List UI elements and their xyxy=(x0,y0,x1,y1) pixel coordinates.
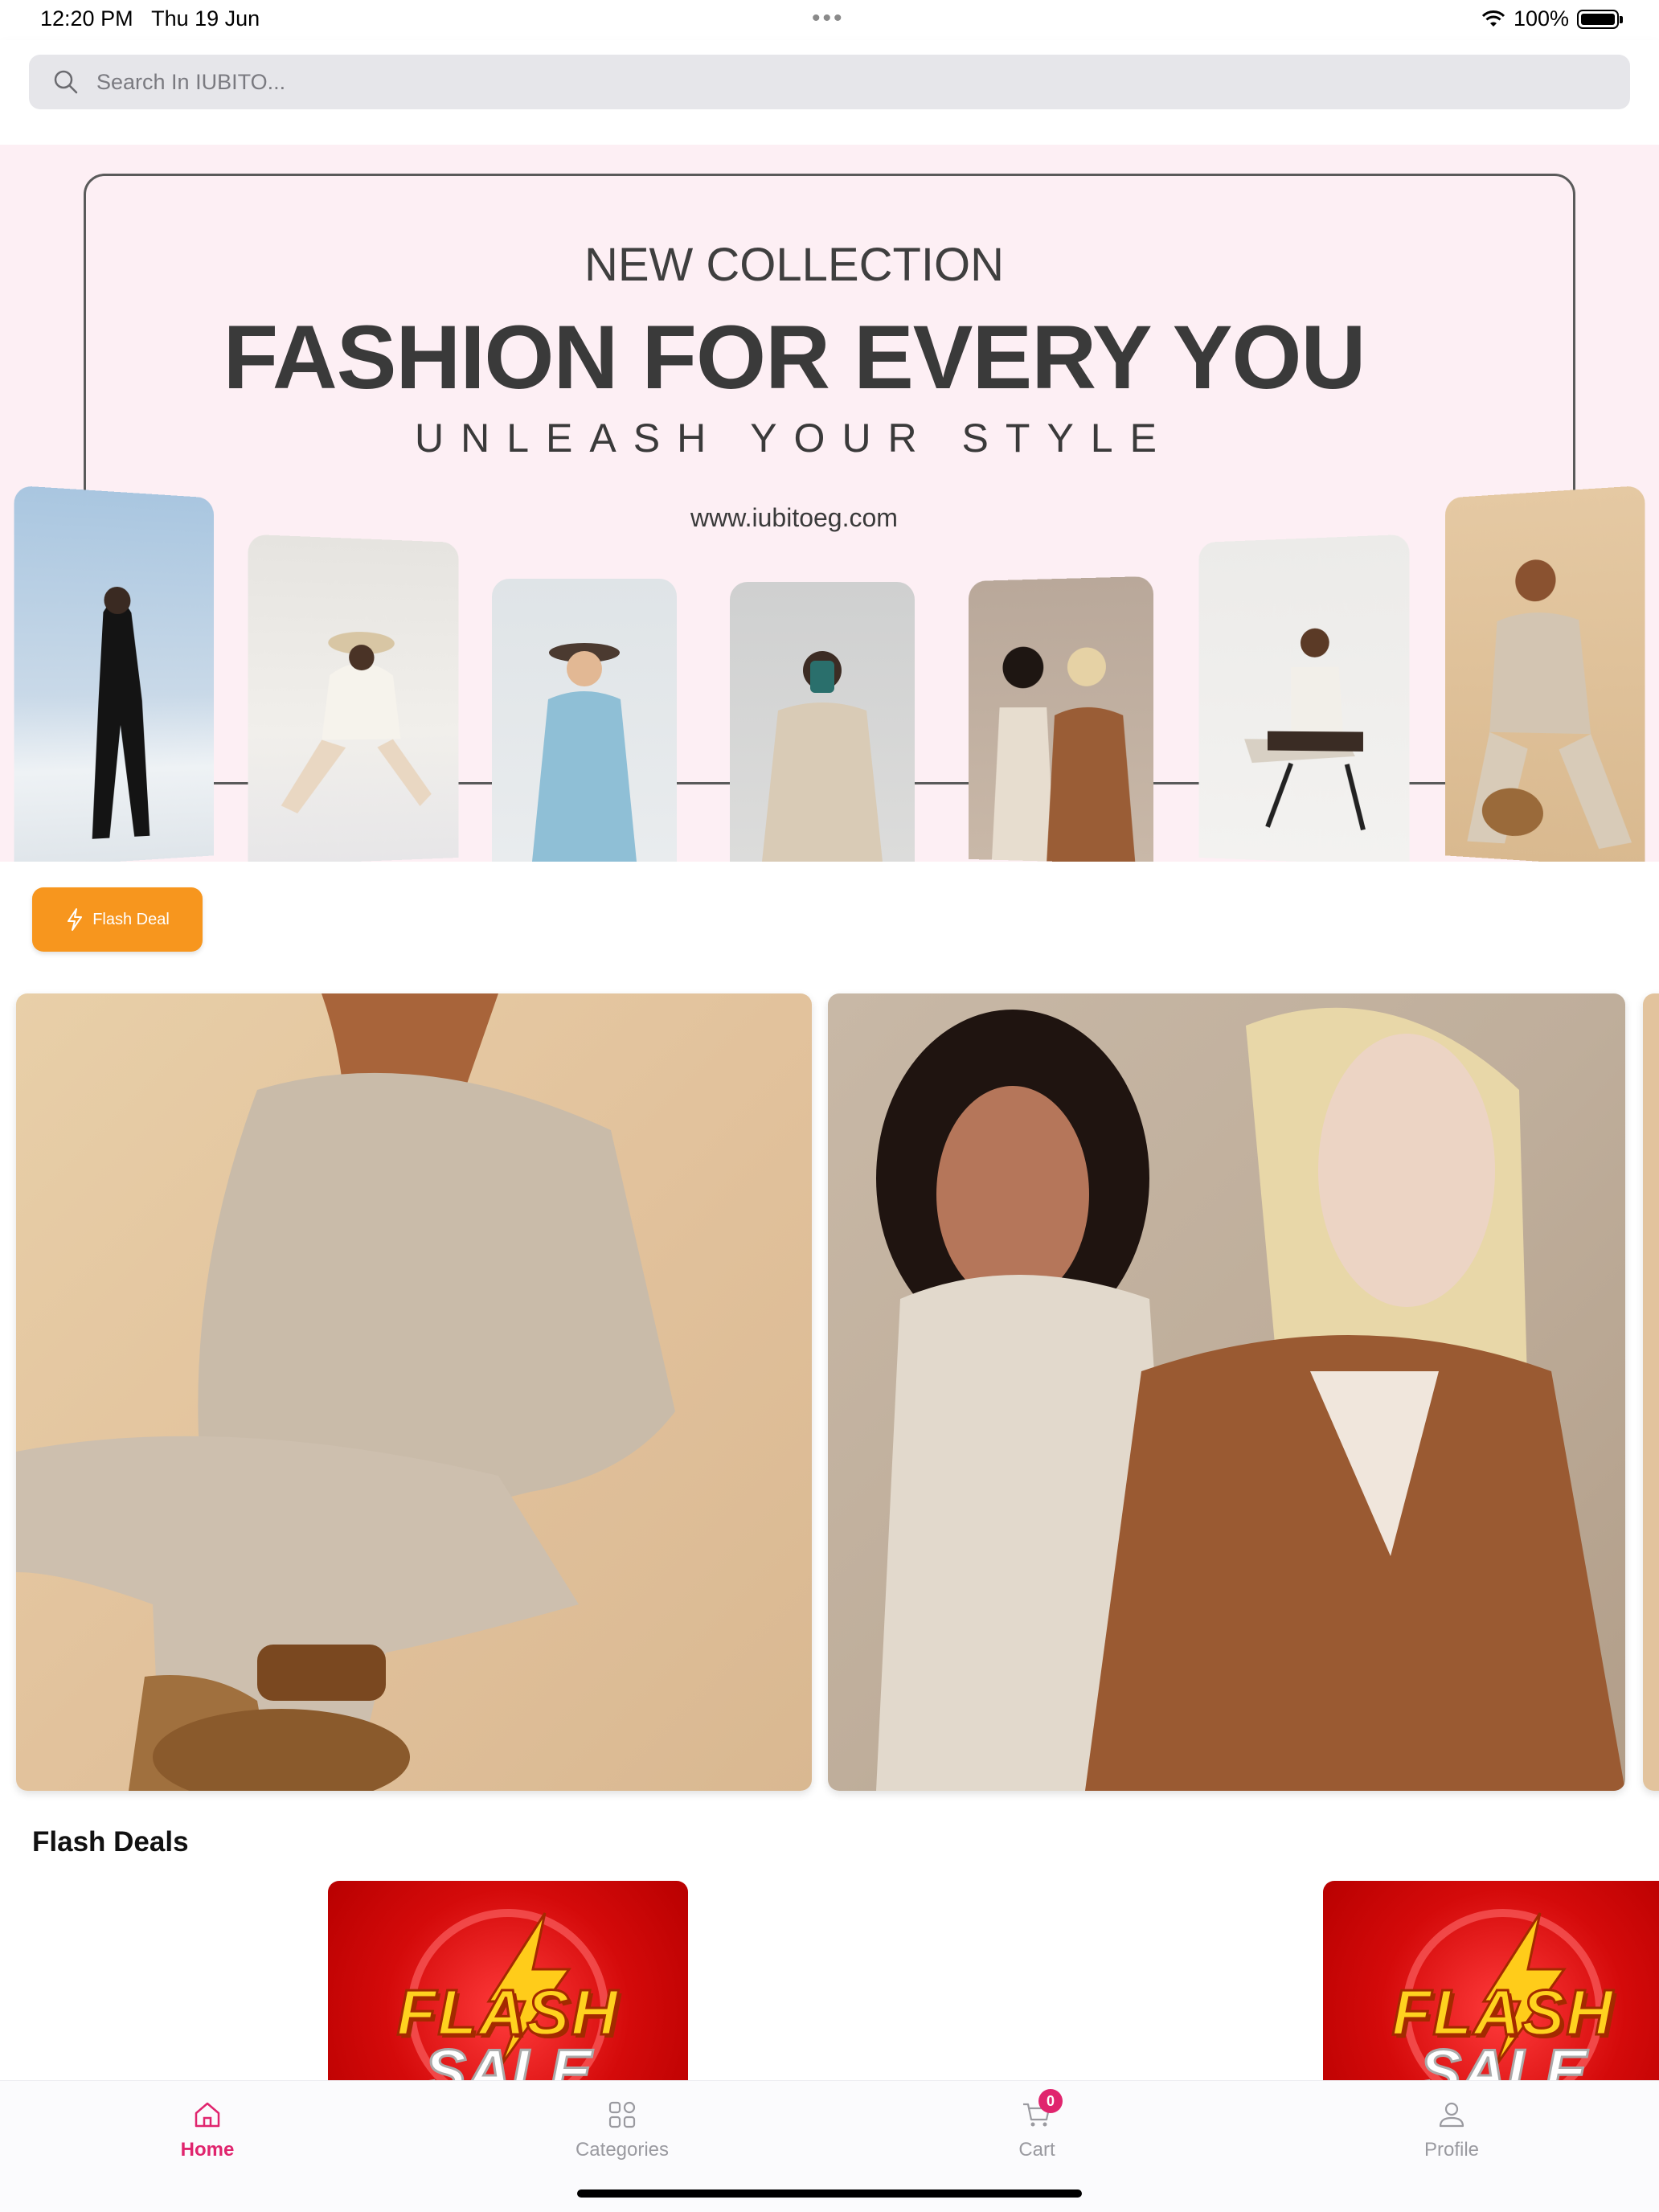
status-bar: 12:20 PM Thu 19 Jun ••• 100% xyxy=(0,0,1659,40)
product-card-1[interactable] xyxy=(16,993,812,1791)
banner-photo-7 xyxy=(1444,485,1645,862)
flash-deal-label: Flash Deal xyxy=(92,910,170,928)
grid-icon xyxy=(608,2101,636,2128)
banner-kicker: NEW COLLECTION xyxy=(584,239,1005,291)
search-header xyxy=(0,40,1659,145)
banner-photo-2 xyxy=(248,534,459,862)
wifi-icon xyxy=(1481,10,1505,27)
flash-deal-card-2[interactable]: FLASH SALE xyxy=(1323,1881,1659,2082)
banner-photo-4 xyxy=(730,582,915,862)
cart-count-badge: 0 xyxy=(1038,2089,1063,2113)
product-image xyxy=(16,993,675,1791)
banner-tagline: UNLEASH YOUR STYLE xyxy=(415,416,1174,461)
search-icon xyxy=(54,70,78,94)
battery-percent: 100% xyxy=(1513,6,1569,31)
product-image xyxy=(876,1007,1625,1791)
search-bar[interactable] xyxy=(29,55,1630,109)
banner-photo-6 xyxy=(1198,534,1410,862)
banner-photo-3 xyxy=(492,579,677,862)
product-card-2[interactable] xyxy=(828,993,1625,1791)
tab-home[interactable]: Home xyxy=(111,2099,304,2179)
sale-word: SALE xyxy=(1418,2035,1587,2083)
cart-icon-wrap: 0 xyxy=(1021,2089,1063,2131)
tab-label: Cart xyxy=(1018,2139,1055,2161)
tab-label: Home xyxy=(180,2139,235,2161)
multitasking-dots-icon[interactable]: ••• xyxy=(812,5,845,32)
lightning-icon xyxy=(68,908,83,931)
sale-word: SALE xyxy=(423,2035,592,2083)
flash-deal-card-1[interactable]: FLASH SALE xyxy=(328,1881,688,2082)
banner-title: FASHION FOR EVERY YOU xyxy=(223,307,1366,408)
tab-profile[interactable]: Profile xyxy=(1355,2099,1548,2179)
home-icon xyxy=(195,2102,220,2128)
banner-photo-1 xyxy=(14,485,215,862)
status-time: 12:20 PM Thu 19 Jun xyxy=(40,6,260,31)
flash-deal-button[interactable]: Flash Deal xyxy=(32,887,203,952)
banner-url: www.iubitoeg.com xyxy=(690,503,898,532)
product-card-3[interactable] xyxy=(1643,993,1659,1791)
battery-icon xyxy=(1577,9,1623,29)
user-icon xyxy=(1439,2102,1464,2128)
tab-categories[interactable]: Categories xyxy=(526,2099,719,2179)
status-indicators: 100% xyxy=(1481,6,1623,31)
home-indicator[interactable] xyxy=(577,2189,1082,2198)
flash-deals-title: Flash Deals xyxy=(32,1826,189,1858)
tab-cart[interactable]: 0 Cart xyxy=(940,2089,1133,2179)
tab-label: Profile xyxy=(1423,2139,1480,2161)
banner-photo-5 xyxy=(969,576,1153,862)
tab-label: Categories xyxy=(575,2139,670,2161)
promo-banner[interactable]: NEW COLLECTION FASHION FOR EVERY YOU UNL… xyxy=(0,145,1659,862)
search-input[interactable] xyxy=(96,55,1608,109)
